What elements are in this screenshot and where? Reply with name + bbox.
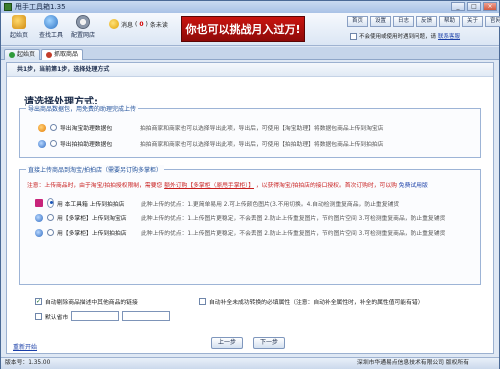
export-group-legend: 导出商品数据包，用免费的助理完成上传 [26,104,139,113]
app-icon [4,3,12,11]
toolbox-icon [35,199,43,207]
copyright-label: 深圳市华通易点信息技术有限公司 版权所有 [357,360,469,366]
export-paipai-radio[interactable] [50,140,57,147]
toolbar: 起始页 查找工具 配置网店 消息 ( 0 ) 条未读 你也可以挑战月入过万! 首… [1,13,500,46]
upload-dzg-taobao-option[interactable]: 用【多掌柜】上传到淘宝店 此种上传的优点：1.上传图片更稳定，不会丢图 2.防止… [35,213,445,222]
export-paipai-option[interactable]: 导出拍拍助理数据包 拍拍商家和商家也可以选择导出此项，导出后，可使用【拍拍助理】… [38,139,383,148]
message-label: 消息 [121,21,134,29]
export-taobao-desc: 拍拍商家和商家也可以选择导出此项，导出后，可使用【淘宝助理】将数据包商品上传到淘… [140,126,384,132]
default-city-checkbox[interactable] [35,312,42,320]
nav-about-button[interactable]: 关于 [462,16,483,27]
globe-search-icon [44,15,58,29]
find-tools-button[interactable]: 查找工具 [37,15,65,39]
taobao-assistant-icon [38,123,46,132]
paipai-assistant-icon [38,139,46,148]
restart-link[interactable]: 重新开始 [13,342,37,351]
upload-dzg-taobao-label: 用【多掌柜】上传到淘宝店 [57,216,127,222]
tab-grab-products-label: 抓取商品 [54,51,79,58]
nav-home-button[interactable]: 首页 [347,16,368,27]
message-close-paren: ) [145,20,148,28]
message-count: 0 [139,20,144,28]
auto-exclude-option[interactable]: 自动剔除商品描述中其他商品的链接 [35,297,138,306]
prev-step-button[interactable]: 上一步 [211,337,243,349]
nav-log-button[interactable]: 日志 [393,16,414,27]
window-controls: _ □ × [451,2,497,11]
title-bar: 甩手工具箱1.35 _ □ × [1,1,499,13]
message-unread-label: 条未读 [149,21,168,29]
support-hint: 不会使用或使用时遇到问题，请 联系客服 [350,32,460,40]
close-button[interactable]: × [483,2,497,11]
config-shop-label: 配置网店 [70,32,95,39]
upload-dzg-paipai-label: 用【多掌柜】上传到拍拍店 [57,231,127,237]
nav-website-button[interactable]: 官网 [485,16,500,27]
duozhanggui-icon [35,213,43,222]
direct-upload-legend: 直接上传商品到淘宝/拍拍店（需要另订购多掌柜） [26,165,165,174]
upload-tool-paipai-radio[interactable] [47,198,54,208]
upload-dzg-paipai-desc: 此种上传的优点：1.上传图片更稳定，不会丢图 2.防止上传重复图片，节约图片空间… [141,231,446,237]
auto-exclude-checkbox[interactable] [35,298,42,305]
main-panel: 共1步，当前第1步，选择处理方式 请选择处理方式: 导出商品数据包，用免费的助理… [6,62,494,354]
upload-notice-text: 注意：上传商品时，由于淘宝/拍拍授权限制，需要您 [27,183,163,189]
top-nav-buttons: 首页 设置 日志 反馈 帮助 关于 官网 [347,16,500,27]
export-paipai-desc: 拍拍商家和商家也可以选择导出此项，导出后，可使用【拍拍助理】将数据包商品上传到拍… [140,142,384,148]
order-duozhanggui-link[interactable]: 额外订购【多掌柜（原甩手掌柜）】 [164,183,254,189]
tab-home[interactable]: 起始页 [4,49,41,60]
next-step-button[interactable]: 下一步 [253,337,285,349]
message-open-paren: ( [135,20,138,28]
home-tab-icon [9,52,15,58]
export-taobao-option[interactable]: 导出淘宝助理数据包 拍拍商家和商家也可以选择导出此项，导出后，可使用【淘宝助理】… [38,123,383,132]
duozhanggui-icon [35,228,43,237]
promo-banner[interactable]: 你也可以挑战月入过万! [181,16,305,42]
tab-grab-products[interactable]: 抓取商品 [41,49,84,60]
upload-dzg-taobao-radio[interactable] [47,214,54,221]
city-select[interactable] [122,311,171,321]
home-icon [12,15,26,29]
upload-dzg-paipai-radio[interactable] [47,229,54,236]
maximize-button[interactable]: □ [467,2,481,11]
config-shop-button[interactable]: 配置网店 [69,15,97,39]
contact-support-link[interactable]: 联系客服 [438,32,460,40]
upload-notice: 注意：上传商品时，由于淘宝/拍拍授权限制，需要您 额外订购【多掌柜（原甩手掌柜）… [27,180,428,189]
upload-dzg-paipai-option[interactable]: 用【多掌柜】上传到拍拍店 此种上传的优点：1.上传图片更稳定，不会丢图 2.防止… [35,228,445,237]
home-toolbar-button[interactable]: 起始页 [5,15,33,39]
status-bar: 版本号：1.35.00 深圳市华通易点信息技术有限公司 版权所有 [1,357,499,369]
grab-tab-icon [46,52,52,58]
default-city-label: 默认省市 [45,314,69,321]
support-hint-checkbox[interactable] [350,32,357,40]
default-city-option: 默认省市 [35,311,171,321]
step-indicator: 共1步，当前第1步，选择处理方式 [7,63,493,77]
export-taobao-radio[interactable] [50,124,57,131]
minimize-button[interactable]: _ [451,2,465,11]
upload-tool-paipai-label: 用 本工具箱 上传到拍拍店 [57,201,125,208]
tab-bar: 起始页 抓取商品 [1,47,499,60]
auto-fill-option[interactable]: 自动补全未成功转换的必填属性（注意：自动补全属性时，补全的属性值可能有错） [199,297,424,306]
find-tools-label: 查找工具 [38,32,63,39]
nav-feedback-button[interactable]: 反馈 [416,16,437,27]
upload-dzg-taobao-desc: 此种上传的优点：1.上传图片更稳定，不会丢图 2.防止上传重复图片，节约图片空间… [141,216,446,222]
window-title: 甩手工具箱1.35 [15,3,66,11]
nav-settings-button[interactable]: 设置 [370,16,391,27]
province-select[interactable] [71,311,120,321]
free-trial-link[interactable]: 免费试用版 [399,183,428,189]
message-indicator[interactable]: 消息 ( 0 ) 条未读 [109,19,168,29]
tab-home-label: 起始页 [17,51,36,58]
version-label: 版本号：1.35.00 [5,360,51,366]
export-group: 导出商品数据包，用免费的助理完成上传 导出淘宝助理数据包 拍拍商家和商家也可以选… [19,104,481,158]
nav-help-button[interactable]: 帮助 [439,16,460,27]
gear-icon [76,15,90,29]
auto-fill-checkbox[interactable] [199,298,206,305]
upload-tool-paipai-desc: 此种上传的优点：1.更简单易用 2.可上传颜色图片(3.不用切换。4.自动检测重… [141,201,400,208]
export-paipai-label: 导出拍拍助理数据包 [60,142,113,148]
upload-notice-text-2: ，以获得淘宝/拍拍店的接口授权。首次订购时，可以购 [255,183,397,189]
home-label: 起始页 [9,32,28,39]
support-hint-label: 不会使用或使用时遇到问题，请 [359,34,437,40]
upload-tool-paipai-option[interactable]: 用 本工具箱 上传到拍拍店 此种上传的优点：1.更简单易用 2.可上传颜色图片(… [35,198,399,208]
app-window: 甩手工具箱1.35 _ □ × 起始页 查找工具 配置网店 消息 ( 0 ) 条… [0,0,500,369]
export-taobao-label: 导出淘宝助理数据包 [60,126,113,132]
message-icon [109,19,119,29]
auto-exclude-label: 自动剔除商品描述中其他商品的链接 [45,300,138,306]
auto-fill-label: 自动补全未成功转换的必填属性（注意：自动补全属性时，补全的属性值可能有错） [209,300,424,306]
